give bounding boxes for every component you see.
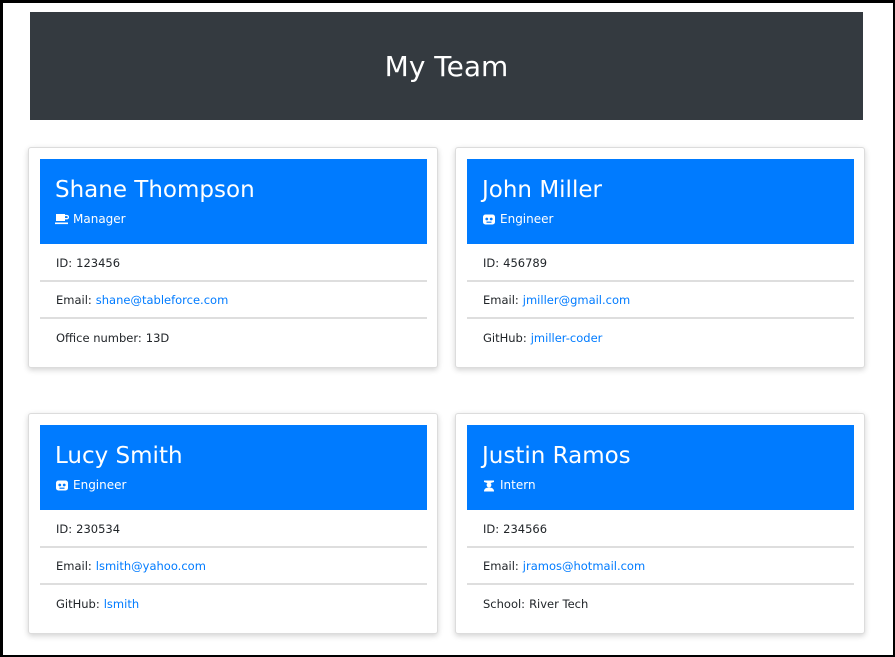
- employee-role: Engineer: [482, 212, 854, 226]
- school-value: River Tech: [529, 596, 589, 611]
- github-link[interactable]: lsmith: [104, 597, 139, 611]
- coffee-mug-icon: [55, 213, 69, 226]
- page-header: My Team: [30, 12, 863, 120]
- employee-card: Shane Thompson Manager ID: 123456 Email:…: [28, 147, 438, 368]
- email-row: Email: shane@tableforce.com: [40, 282, 427, 319]
- email-link[interactable]: shane@tableforce.com: [96, 293, 229, 307]
- graduate-icon: [482, 479, 496, 492]
- email-label: Email:: [56, 292, 92, 307]
- employee-role: Manager: [55, 212, 427, 226]
- robot-icon: [55, 479, 69, 492]
- card-header: Justin Ramos Intern: [467, 425, 854, 510]
- email-label: Email:: [483, 292, 519, 307]
- id-value: 234566: [503, 521, 548, 536]
- employee-details: ID: 456789 Email: jmiller@gmail.com GitH…: [467, 245, 854, 356]
- school-label: School:: [483, 596, 526, 611]
- github-label: GitHub:: [56, 596, 100, 611]
- email-link[interactable]: jmiller@gmail.com: [523, 293, 630, 307]
- email-link[interactable]: jramos@hotmail.com: [523, 559, 645, 573]
- card-header: Shane Thompson Manager: [40, 159, 427, 244]
- github-label: GitHub:: [483, 330, 527, 345]
- id-value: 230534: [76, 521, 121, 536]
- office-number-value: 13D: [145, 330, 170, 345]
- role-label: Intern: [500, 478, 536, 492]
- id-row: ID: 123456: [40, 245, 427, 282]
- email-row: Email: jmiller@gmail.com: [467, 282, 854, 319]
- school-row: School: River Tech: [467, 585, 854, 622]
- id-label: ID:: [483, 521, 500, 536]
- id-value: 456789: [503, 255, 548, 270]
- employee-details: ID: 234566 Email: jramos@hotmail.com Sch…: [467, 511, 854, 622]
- id-value: 123456: [76, 255, 121, 270]
- id-row: ID: 234566: [467, 511, 854, 548]
- role-label: Engineer: [500, 212, 554, 226]
- employee-details: ID: 230534 Email: lsmith@yahoo.com GitHu…: [40, 511, 427, 622]
- employee-name: Justin Ramos: [482, 443, 631, 469]
- id-label: ID:: [56, 255, 73, 270]
- robot-icon: [482, 213, 496, 226]
- card-header: John Miller Engineer: [467, 159, 854, 244]
- id-row: ID: 456789: [467, 245, 854, 282]
- employee-card: Lucy Smith Engineer ID: 230534 Email: ls…: [28, 413, 438, 634]
- office-number-row: Office number: 13D: [40, 319, 427, 356]
- email-row: Email: jramos@hotmail.com: [467, 548, 854, 585]
- id-row: ID: 230534: [40, 511, 427, 548]
- page-title: My Team: [384, 49, 509, 83]
- employee-role: Engineer: [55, 478, 427, 492]
- card-header: Lucy Smith Engineer: [40, 425, 427, 510]
- employee-details: ID: 123456 Email: shane@tableforce.com O…: [40, 245, 427, 356]
- office-number-label: Office number:: [56, 330, 142, 345]
- employee-card: John Miller Engineer ID: 456789 Email: j…: [455, 147, 865, 368]
- email-link[interactable]: lsmith@yahoo.com: [96, 559, 206, 573]
- employee-role: Intern: [482, 478, 854, 492]
- github-row: GitHub: jmiller-coder: [467, 319, 854, 356]
- role-label: Manager: [73, 212, 126, 226]
- employee-name: Lucy Smith: [55, 443, 183, 469]
- employee-name: Shane Thompson: [55, 177, 255, 203]
- email-label: Email:: [483, 558, 519, 573]
- employee-card: Justin Ramos Intern ID: 234566 Email: jr…: [455, 413, 865, 634]
- github-row: GitHub: lsmith: [40, 585, 427, 622]
- id-label: ID:: [483, 255, 500, 270]
- email-row: Email: lsmith@yahoo.com: [40, 548, 427, 585]
- employee-name: John Miller: [482, 177, 602, 203]
- role-label: Engineer: [73, 478, 127, 492]
- id-label: ID:: [56, 521, 73, 536]
- email-label: Email:: [56, 558, 92, 573]
- github-link[interactable]: jmiller-coder: [531, 331, 603, 345]
